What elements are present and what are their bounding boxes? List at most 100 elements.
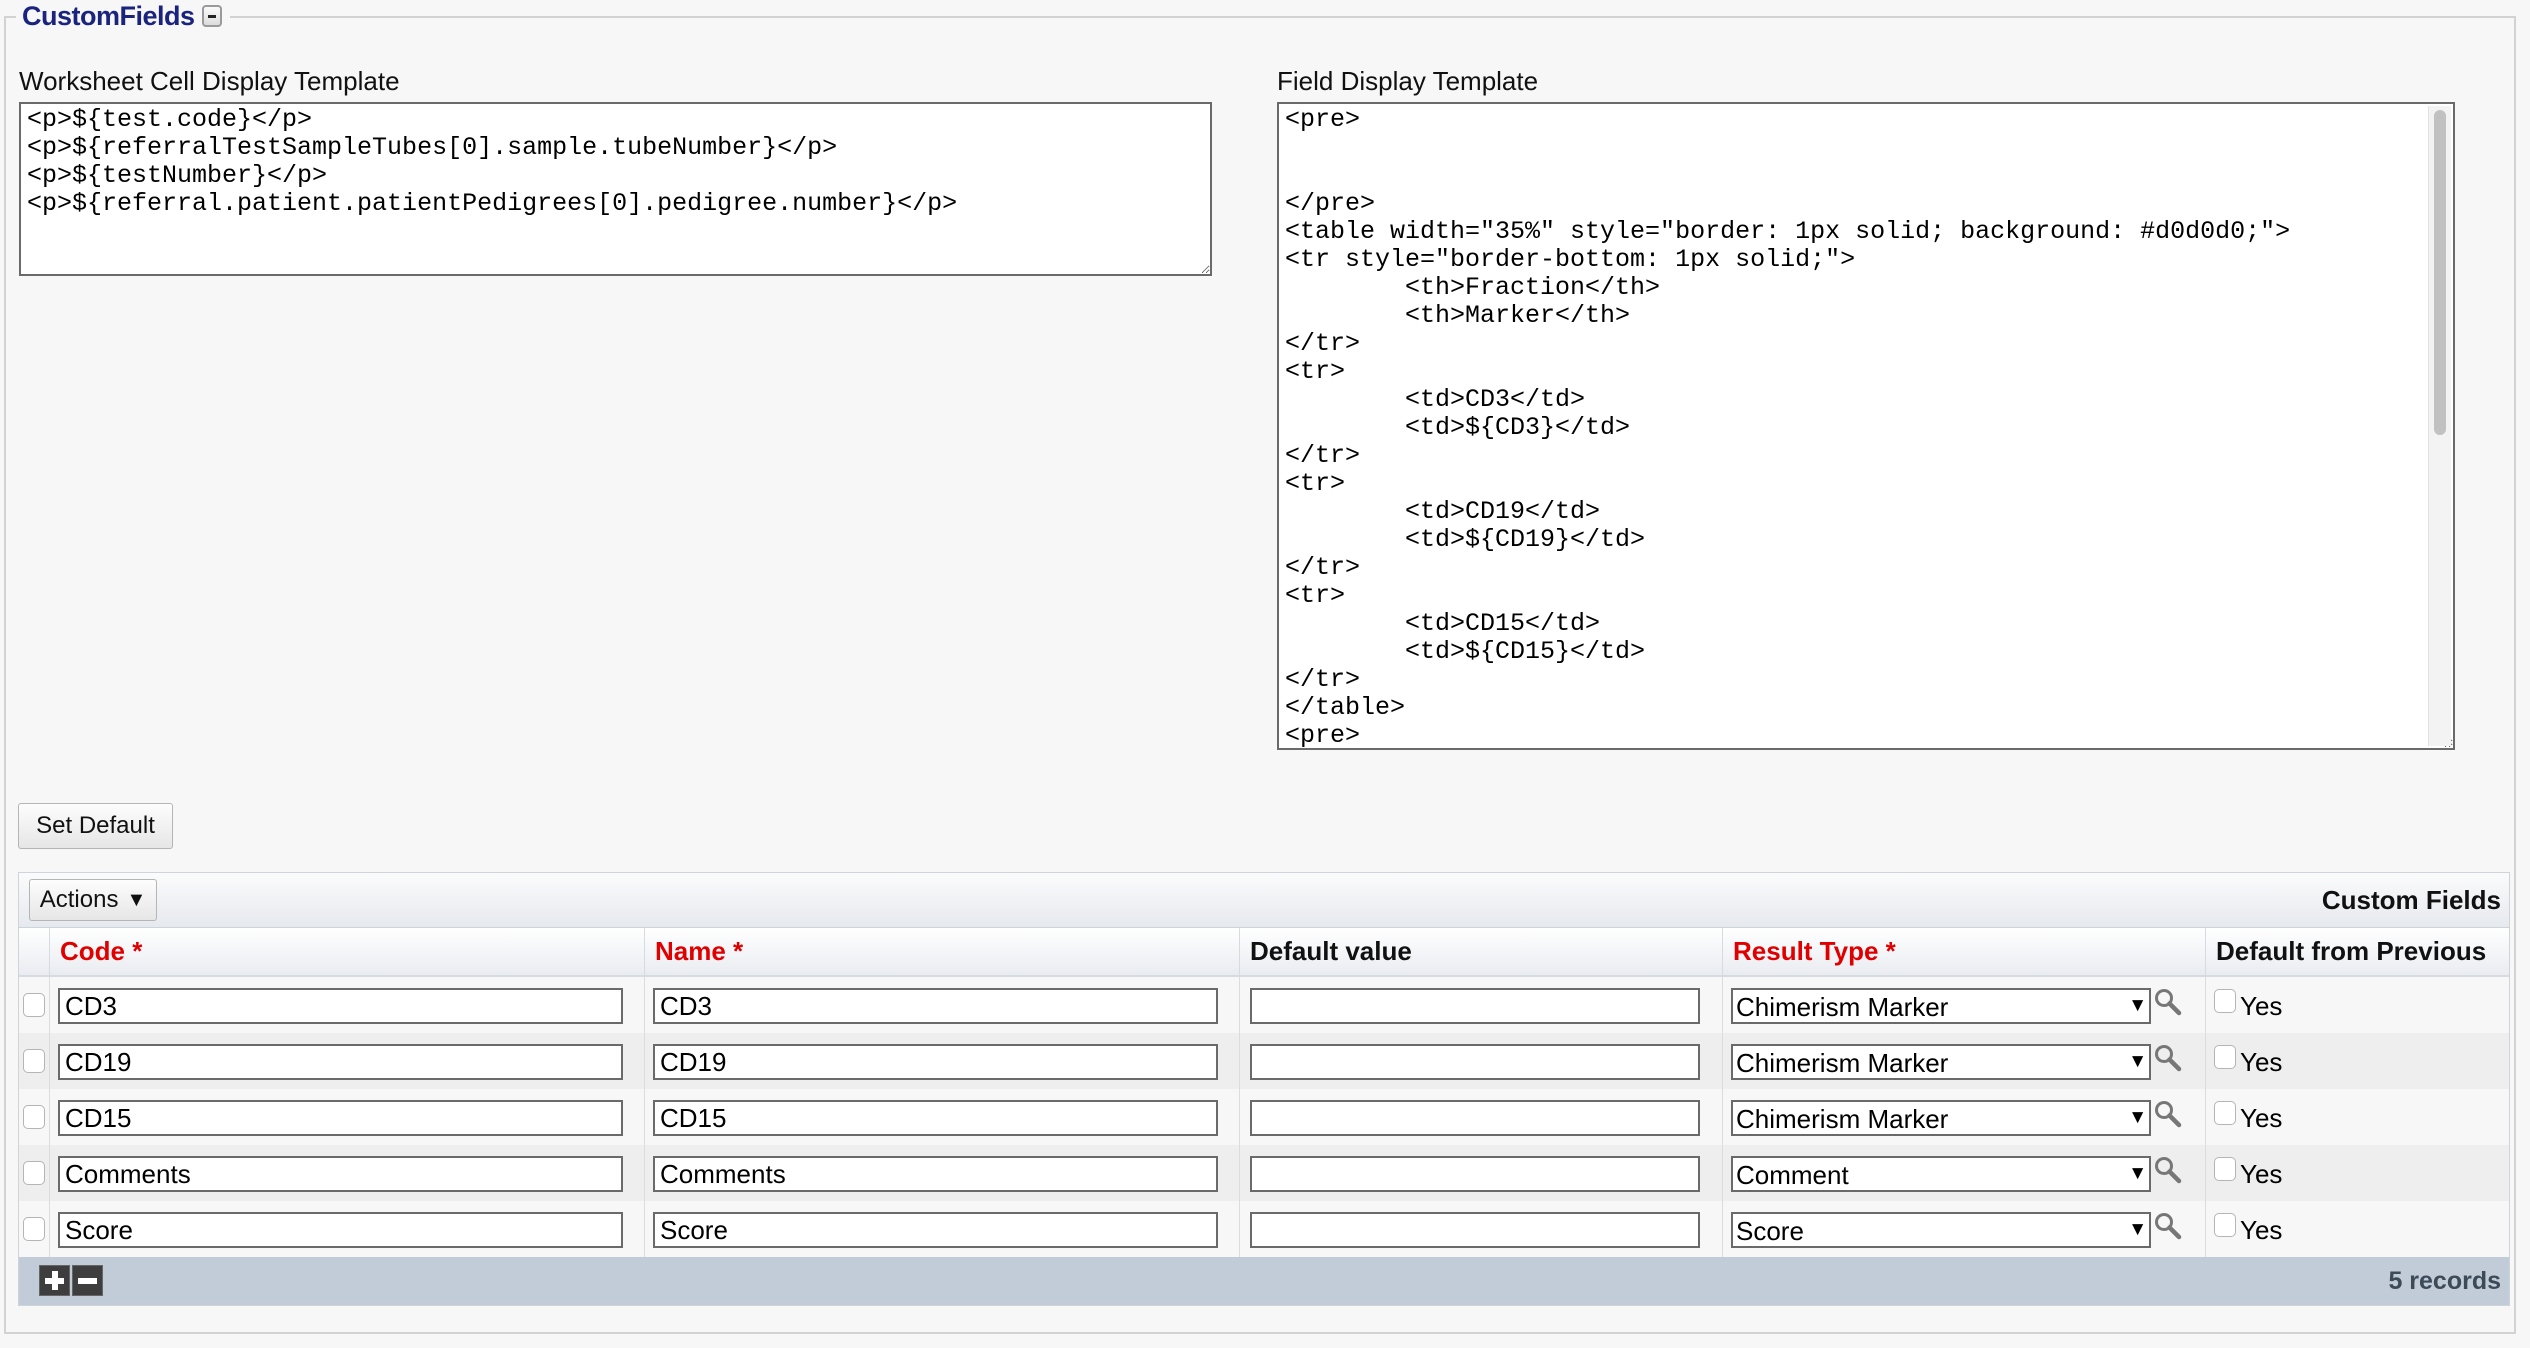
name-cell [644,977,1239,1033]
result-type-value: Chimerism Marker [1736,1048,1949,1078]
row-select-checkbox[interactable] [23,993,45,1017]
row-select-checkbox[interactable] [23,1161,45,1185]
dropdown-arrow-icon: ▼ [2128,1219,2147,1240]
result-type-select[interactable]: Chimerism Marker ▼ [1731,988,2151,1024]
worksheet-template-label: Worksheet Cell Display Template [19,66,400,96]
default-from-previous-checkbox[interactable] [2214,989,2236,1013]
default-from-previous-checkbox[interactable] [2214,1213,2236,1237]
default-from-previous-cell: Yes [2205,977,2509,1033]
yes-label: Yes [2240,1103,2283,1133]
default-value-input[interactable] [1250,1156,1700,1192]
grid-footer: 5 records [19,1257,2509,1305]
default-value-input[interactable] [1250,1212,1700,1248]
dropdown-arrow-icon: ▼ [2128,995,2147,1016]
dropdown-arrow-icon: ▼ [2128,1051,2147,1072]
default-from-previous-cell: Yes [2205,1145,2509,1201]
default-from-previous-checkbox[interactable] [2214,1101,2236,1125]
name-input[interactable] [653,1100,1218,1136]
grid-title: Custom Fields [2321,885,2501,915]
row-select-checkbox[interactable] [23,1105,45,1129]
set-default-button[interactable]: Set Default [18,803,173,849]
records-count: 5 records [2388,1267,2501,1295]
header-code[interactable]: Code * [49,928,644,975]
code-cell [49,1201,644,1257]
search-icon[interactable] [2153,987,2183,1017]
field-template-textarea[interactable] [1277,102,2455,750]
code-input[interactable] [58,1156,623,1192]
default-value-cell [1239,1201,1722,1257]
name-input[interactable] [653,1156,1218,1192]
name-input[interactable] [653,988,1218,1024]
collapse-section-icon[interactable] [201,5,222,27]
search-icon[interactable] [2153,1099,2183,1129]
default-from-previous-checkbox[interactable] [2214,1157,2236,1181]
code-cell [49,977,644,1033]
actions-dropdown-button[interactable]: Actions ▼ [29,879,157,921]
search-icon[interactable] [2153,1043,2183,1073]
header-default-value[interactable]: Default value [1239,928,1722,975]
result-type-value: Comment [1736,1160,1849,1190]
table-row: Chimerism Marker ▼ Yes [19,1033,2509,1089]
header-name[interactable]: Name * [644,928,1239,975]
name-cell [644,1033,1239,1089]
actions-label: Actions [39,886,119,913]
result-type-value: Score [1736,1216,1804,1246]
custom-fields-grid: Actions ▼ Custom Fields Code * Name * De… [18,872,2510,1306]
grid-toolbar: Actions ▼ Custom Fields [19,873,2509,928]
default-from-previous-cell: Yes [2205,1089,2509,1145]
result-type-select[interactable]: Comment ▼ [1731,1156,2151,1192]
add-row-icon[interactable] [39,1265,70,1296]
default-value-input[interactable] [1250,1100,1700,1136]
field-template-label: Field Display Template [1277,66,1539,96]
code-input[interactable] [58,1100,623,1136]
code-cell [49,1033,644,1089]
default-value-input[interactable] [1250,988,1700,1024]
result-type-select[interactable]: Score ▼ [1731,1212,2151,1248]
remove-row-icon[interactable] [72,1265,103,1296]
name-cell [644,1145,1239,1201]
header-default-from-previous[interactable]: Default from Previous [2205,928,2509,975]
yes-label: Yes [2240,1215,2283,1245]
result-type-select[interactable]: Chimerism Marker ▼ [1731,1100,2151,1136]
default-from-previous-cell: Yes [2205,1201,2509,1257]
result-type-cell: Chimerism Marker ▼ [1722,1033,2205,1089]
header-result-type[interactable]: Result Type * [1722,928,2205,975]
select-cell [19,1145,49,1201]
search-icon[interactable] [2153,1155,2183,1185]
select-cell [19,977,49,1033]
select-cell [19,1089,49,1145]
result-type-cell: Comment ▼ [1722,1145,2205,1201]
code-input[interactable] [58,1044,623,1080]
dropdown-arrow-icon: ▼ [2128,1163,2147,1184]
select-cell [19,1033,49,1089]
name-input[interactable] [653,1212,1218,1248]
row-select-checkbox[interactable] [23,1217,45,1241]
result-type-cell: Chimerism Marker ▼ [1722,977,2205,1033]
result-type-value: Chimerism Marker [1736,992,1949,1022]
section-legend: CustomFields [16,0,230,32]
result-type-cell: Chimerism Marker ▼ [1722,1089,2205,1145]
default-value-cell [1239,1145,1722,1201]
section-title: CustomFields [22,0,195,31]
table-row: Comment ▼ Yes [19,1145,2509,1201]
code-cell [49,1145,644,1201]
field-template-scrollbar[interactable] [2428,106,2451,746]
result-type-value: Chimerism Marker [1736,1104,1949,1134]
header-select-col [19,928,49,975]
dropdown-arrow-icon: ▼ [2128,1107,2147,1128]
name-cell [644,1201,1239,1257]
yes-label: Yes [2240,1159,2283,1189]
code-input[interactable] [58,988,623,1024]
code-input[interactable] [58,1212,623,1248]
code-cell [49,1089,644,1145]
default-value-input[interactable] [1250,1044,1700,1080]
search-icon[interactable] [2153,1211,2183,1241]
scrollbar-thumb[interactable] [2434,110,2446,435]
row-select-checkbox[interactable] [23,1049,45,1073]
worksheet-template-textarea[interactable] [19,102,1212,276]
name-cell [644,1089,1239,1145]
default-from-previous-checkbox[interactable] [2214,1045,2236,1069]
default-value-cell [1239,1089,1722,1145]
result-type-select[interactable]: Chimerism Marker ▼ [1731,1044,2151,1080]
name-input[interactable] [653,1044,1218,1080]
